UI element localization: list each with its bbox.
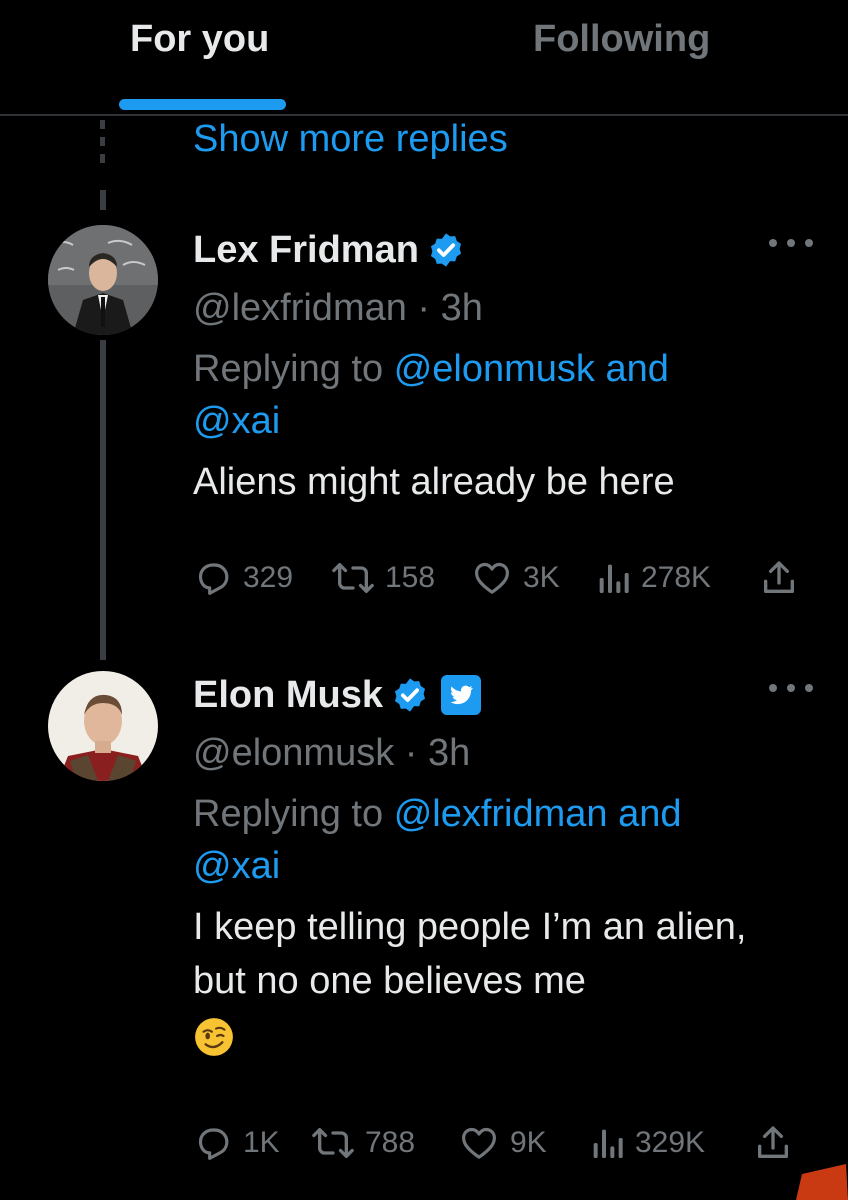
- like-count: 9K: [510, 1126, 547, 1159]
- verified-badge-icon: [394, 678, 426, 712]
- views-icon: [599, 564, 629, 593]
- tweet-time[interactable]: 3h: [441, 287, 483, 329]
- thread-line: [100, 190, 106, 210]
- twitter-bird-icon: [450, 685, 473, 705]
- reply-count: 1K: [243, 1126, 280, 1159]
- views-count: 329K: [635, 1126, 706, 1159]
- mention-link[interactable]: @lexfridman: [394, 793, 608, 835]
- replying-to: Replying to @lexfridman and @xai: [193, 793, 682, 887]
- reply-button[interactable]: 329: [193, 555, 293, 601]
- reply-count: 329: [243, 561, 294, 594]
- tweet[interactable]: Elon Musk @elonmusk · 3h Replying to @le…: [193, 672, 813, 1062]
- like-button[interactable]: 9K: [458, 1120, 547, 1166]
- reply-button[interactable]: 1K: [193, 1120, 280, 1166]
- author-name[interactable]: Lex Fridman: [193, 227, 419, 273]
- thread-line: [100, 340, 106, 660]
- twitter-affiliate-badge-icon[interactable]: [441, 675, 482, 715]
- tab-following[interactable]: Following: [533, 14, 710, 64]
- heart-icon: [462, 1127, 496, 1159]
- tweet-text-content: I keep telling people I’m an alien, but …: [193, 906, 747, 1002]
- replying-to: Replying to @elonmusk and @xai: [193, 348, 669, 442]
- tweet-actions: 329 158 3K 278K: [193, 555, 813, 601]
- mention-link[interactable]: @elonmusk: [394, 348, 595, 390]
- thread-collapsed-dots: [100, 120, 106, 180]
- heart-icon: [475, 562, 509, 594]
- more-options-icon[interactable]: [769, 233, 813, 253]
- tweet-actions: 1K 788 9K 329K: [193, 1120, 813, 1166]
- retweet-icon: [312, 1128, 354, 1158]
- like-button[interactable]: 3K: [471, 555, 560, 601]
- views-icon: [593, 1129, 623, 1158]
- retweet-count: 158: [385, 561, 436, 594]
- winking-face-emoji-icon: [195, 1018, 233, 1056]
- share-icon: [764, 561, 794, 593]
- mention-link[interactable]: @xai: [193, 400, 280, 442]
- retweet-button[interactable]: 788: [311, 1120, 415, 1166]
- timeline-tabs: For you Following: [0, 0, 848, 116]
- tweet-text: Aliens might already be here: [193, 461, 675, 503]
- show-more-replies-link[interactable]: Show more replies: [193, 116, 508, 162]
- more-options-icon[interactable]: [769, 678, 813, 698]
- views-button[interactable]: 329K: [589, 1120, 705, 1166]
- views-count: 278K: [641, 561, 712, 594]
- avatar[interactable]: [48, 671, 158, 781]
- reply-icon: [198, 563, 229, 595]
- reply-icon: [198, 1128, 229, 1160]
- tweet-time[interactable]: 3h: [428, 732, 470, 774]
- like-count: 3K: [523, 561, 560, 594]
- author-handle[interactable]: @elonmusk: [193, 732, 394, 774]
- active-tab-indicator: [119, 99, 286, 110]
- avatar[interactable]: [48, 225, 158, 335]
- share-button[interactable]: [759, 555, 799, 601]
- tweet[interactable]: Lex Fridman @lexfridman · 3h Replying to…: [193, 227, 813, 509]
- share-icon: [758, 1126, 788, 1158]
- tweet-text: I keep telling people I’m an alien, but …: [193, 900, 773, 1062]
- retweet-icon: [332, 563, 374, 593]
- retweet-button[interactable]: 158: [331, 555, 435, 601]
- tab-for-you[interactable]: For you: [130, 14, 269, 64]
- mention-link[interactable]: @xai: [193, 845, 280, 887]
- decorative-corner-shape: [796, 1164, 848, 1200]
- views-button[interactable]: 278K: [595, 555, 711, 601]
- verified-badge-icon: [430, 233, 461, 267]
- retweet-count: 788: [365, 1126, 416, 1159]
- author-name[interactable]: Elon Musk: [193, 672, 383, 718]
- share-button[interactable]: [753, 1120, 793, 1166]
- author-handle[interactable]: @lexfridman: [193, 287, 407, 329]
